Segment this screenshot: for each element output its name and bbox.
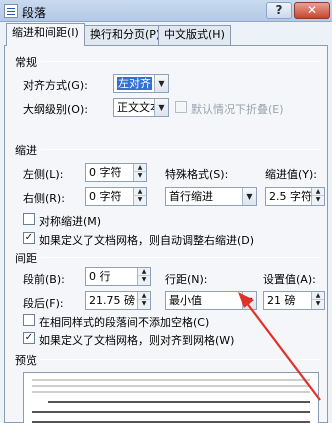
right-indent-value: 0 字符: [89, 190, 122, 203]
alignment-value: 左对齐: [117, 77, 152, 90]
space-before-value: 0 行: [89, 270, 111, 283]
preview-line: [48, 401, 310, 403]
preview-divider: [41, 359, 321, 360]
collapse-label: 默认情况下折叠(E): [191, 103, 284, 116]
close-button[interactable]: ✕: [294, 2, 330, 19]
tab-asian-typography[interactable]: 中文版式(H): [158, 25, 231, 45]
window-title: 段落: [22, 6, 47, 20]
tab-panel: 常规 对齐方式(G): 左对齐 ▼ 大纲级别(O): 正文文本 ▼ 默认情况下折…: [4, 45, 328, 423]
chevron-down-icon[interactable]: ▼: [154, 75, 168, 92]
general-heading: 常规: [15, 56, 37, 69]
spacing-divider: [41, 257, 321, 258]
after-label: 段后(F):: [23, 297, 64, 310]
chevron-down-icon[interactable]: ▼: [154, 99, 168, 116]
outline-level-select[interactable]: 正文文本 ▼: [113, 98, 169, 117]
space-before-stepper[interactable]: ▲ ▼: [137, 268, 150, 285]
auto-adjust-label: 如果定义了文档网格，则自动调整右缩进(D): [39, 234, 255, 247]
no-space-label: 在相同样式的段落间不添加空格(C): [39, 316, 210, 329]
mirror-indent-label: 对称缩进(M): [39, 215, 102, 228]
auto-adjust-checkbox[interactable]: ✓: [23, 232, 35, 244]
preview-heading: 预览: [15, 354, 37, 367]
preview-box: [23, 372, 319, 423]
space-before-input[interactable]: 0 行 ▲ ▼: [85, 267, 151, 286]
outline-level-label: 大纲级别(O):: [23, 103, 88, 116]
special-select[interactable]: 首行缩进 ▼: [165, 187, 257, 206]
preview-line: [32, 385, 310, 387]
chevron-down-icon[interactable]: ▼: [242, 188, 256, 205]
right-indent-label: 右侧(R):: [23, 192, 65, 205]
line-spacing-label: 行距(N):: [165, 273, 208, 286]
left-indent-input[interactable]: 0 字符 ▲ ▼: [85, 163, 147, 182]
line-spacing-value: 最小值: [169, 294, 202, 307]
preview-line: [32, 379, 310, 381]
help-button[interactable]: ?: [266, 2, 292, 19]
snap-grid-label: 如果定义了文档网格，则对齐到网格(W): [39, 334, 235, 347]
preview-line: [32, 391, 310, 393]
snap-grid-checkbox[interactable]: ✓: [23, 332, 35, 344]
at-label: 设置值(A):: [263, 273, 316, 286]
indent-divider: [41, 149, 321, 150]
general-divider: [41, 61, 321, 62]
right-indent-stepper[interactable]: ▲ ▼: [133, 188, 146, 205]
indent-by-value: 2.5 字符: [269, 190, 312, 203]
tab-line-page-breaks[interactable]: 换行和分页(P): [84, 25, 167, 45]
before-label: 段前(B):: [23, 273, 65, 286]
indent-by-stepper[interactable]: ▲ ▼: [311, 188, 324, 205]
space-after-stepper[interactable]: ▲ ▼: [137, 292, 150, 309]
alignment-select[interactable]: 左对齐 ▼: [113, 74, 169, 93]
spacing-heading: 间距: [15, 252, 37, 265]
chevron-down-icon[interactable]: ▼: [242, 292, 256, 309]
space-after-value: 21.75 磅: [89, 294, 135, 307]
by-label: 缩进值(Y):: [265, 168, 318, 181]
special-label: 特殊格式(S):: [165, 168, 229, 181]
space-after-input[interactable]: 21.75 磅 ▲ ▼: [85, 291, 151, 310]
left-indent-label: 左侧(L):: [23, 168, 64, 181]
left-indent-value: 0 字符: [89, 166, 122, 179]
indent-by-input[interactable]: 2.5 字符 ▲ ▼: [265, 187, 325, 206]
mirror-indent-checkbox[interactable]: [23, 213, 35, 225]
title-bar: 段落 ? ✕: [0, 0, 332, 22]
spacing-at-stepper[interactable]: ▲ ▼: [311, 292, 324, 309]
no-space-checkbox[interactable]: [23, 314, 35, 326]
paragraph-icon: [4, 4, 18, 18]
spacing-at-input[interactable]: 21 磅 ▲ ▼: [263, 291, 325, 310]
special-value: 首行缩进: [169, 190, 213, 203]
left-indent-stepper[interactable]: ▲ ▼: [133, 164, 146, 181]
preview-line: [32, 411, 310, 413]
alignment-label: 对齐方式(G):: [23, 79, 88, 92]
tab-indents-spacing[interactable]: 缩进和间距(I): [6, 23, 85, 46]
indent-heading: 缩进: [15, 144, 37, 157]
spacing-at-value: 21 磅: [267, 294, 296, 307]
right-indent-input[interactable]: 0 字符 ▲ ▼: [85, 187, 147, 206]
line-spacing-select[interactable]: 最小值 ▼: [165, 291, 257, 310]
collapse-checkbox[interactable]: [175, 101, 187, 113]
